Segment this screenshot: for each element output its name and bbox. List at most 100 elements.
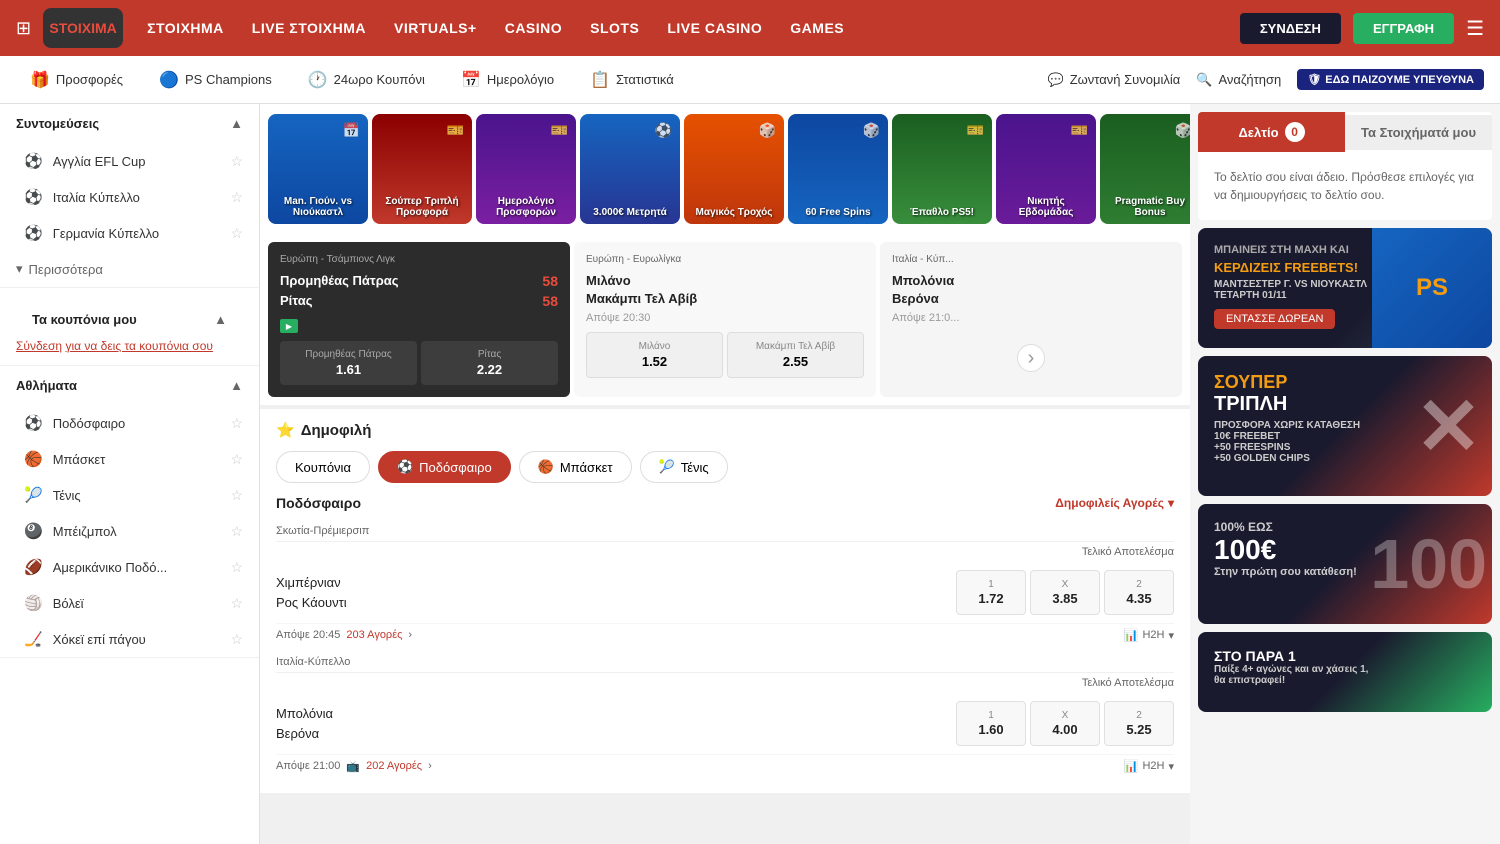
- sidebar-item-england[interactable]: ⚽ Αγγλία EFL Cup ☆: [0, 143, 259, 179]
- promo-card-7[interactable]: 🎫 Νικητής Εβδομάδας: [996, 114, 1096, 224]
- nav-ps-champions[interactable]: 🔵 PS Champions: [145, 64, 286, 96]
- promo-card-2[interactable]: 🎫 Ημερολόγιο Προσφορών: [476, 114, 576, 224]
- sports-header[interactable]: Αθλήματα ▲: [0, 366, 259, 405]
- nav-virtuals[interactable]: VIRTUALS+: [394, 20, 477, 36]
- live-odd-label-1: Προμηθέας Πάτρας: [305, 349, 391, 360]
- sidebar-item-basketball[interactable]: 🏀 Μπάσκετ ☆: [0, 441, 259, 477]
- star-icon-7[interactable]: ☆: [230, 523, 243, 540]
- star-icon-6[interactable]: ☆: [230, 487, 243, 504]
- live-team-row-1: Προμηθέας Πάτρας 58: [280, 273, 558, 289]
- coupons-link: Σύνδεση για να δεις τα κουπόνια σου: [16, 339, 243, 353]
- nav-casino[interactable]: CASINO: [505, 20, 562, 36]
- banner-ps-champions[interactable]: ΜΠΑΙΝΕΙΣ ΣΤΗ ΜΑΧΗ ΚΑΙ ΚΕΡΔΙΖΕΙΣ FREEBETS…: [1198, 228, 1492, 348]
- soccer-icon: ⚽: [24, 152, 43, 170]
- nav-live-casino[interactable]: LIVE CASINO: [667, 20, 762, 36]
- banner-triple[interactable]: ΣΟΥΠΕΡ ΤΡΙΠΛΗ ΠΡΟΣΦΟΡΑ ΧΩΡΙΣ ΚΑΤΑΘΕΣΗ10€…: [1198, 356, 1492, 496]
- promo-card-4[interactable]: 🎲 Μαγικός Τροχός: [684, 114, 784, 224]
- chevron-up-icon-3: ▲: [230, 378, 243, 393]
- arrow-right-icon-2[interactable]: ›: [1017, 344, 1045, 372]
- nav-calendar[interactable]: 📅 Ημερολόγιο: [447, 64, 568, 96]
- match2-markets-link[interactable]: 202 Αγορές: [366, 760, 422, 772]
- promo-card-0[interactable]: 📅 Man. Γιούν. vs Νιούκαστλ: [268, 114, 368, 224]
- live-chat-button[interactable]: 💬 Ζωντανή Συνομιλία: [1048, 72, 1181, 88]
- live-team2-name: Ρίτας: [280, 293, 312, 309]
- h2h-button-1[interactable]: 📊 H2H ▾: [1124, 628, 1175, 642]
- banner-ps-button[interactable]: ΕΝΤΑΣΣΕ ΔΩΡΕΑΝ: [1214, 309, 1335, 329]
- nav-stoixima[interactable]: ΣΤΟΙΧΗΜΑ: [147, 20, 224, 36]
- tab-coupons[interactable]: Κουπόνια: [276, 451, 370, 483]
- bet-team4: Βερόνα: [276, 724, 956, 744]
- football-tab-icon: ⚽: [397, 459, 413, 475]
- nav-live-stoixima[interactable]: LIVE ΣΤΟΙΧΗΜΑ: [252, 20, 366, 36]
- sidebar-item-baseball[interactable]: 🎱 Μπέιζμπολ ☆: [0, 513, 259, 549]
- sidebar-item-american-football[interactable]: 🏈 Αμερικάνικο Ποδό... ☆: [0, 549, 259, 585]
- sidebar-item-tennis[interactable]: 🎾 Τένις ☆: [0, 477, 259, 513]
- star-icon-4[interactable]: ☆: [230, 415, 243, 432]
- sidebar-item-germany[interactable]: ⚽ Γερμανία Κύπελλο ☆: [0, 215, 259, 251]
- sport-filter-dropdown[interactable]: Δημοφιλείς Αγορές ▾: [1055, 496, 1174, 510]
- star-icon-3[interactable]: ☆: [230, 225, 243, 242]
- register-button[interactable]: ΕΓΓΡΑΦΗ: [1353, 13, 1454, 44]
- nav-24-coupon[interactable]: 🕐 24ωρο Κουπόνι: [294, 64, 439, 96]
- sidebar-item-hockey[interactable]: 🏒 Χόκεϊ επί πάγου ☆: [0, 621, 259, 657]
- more-shortcuts[interactable]: ▾ Περισσότερα: [0, 251, 259, 287]
- bet-slip-tab[interactable]: Δελτίο 0: [1198, 112, 1345, 152]
- promo-card-8[interactable]: 🎲 Pragmatic Buy Bonus: [1100, 114, 1190, 224]
- hamburger-icon[interactable]: ☰: [1466, 16, 1484, 41]
- bet-odd-2-2[interactable]: Χ 4.00: [1030, 701, 1100, 746]
- bet-odd-1-1[interactable]: 1 1.72: [956, 570, 1026, 615]
- search-button[interactable]: 🔍 Αναζήτηση: [1196, 72, 1281, 88]
- star-icon-8[interactable]: ☆: [230, 559, 243, 576]
- sidebar-item-italy[interactable]: ⚽ Ιταλία Κύπελλο ☆: [0, 179, 259, 215]
- sports-title: Αθλήματα: [16, 378, 77, 393]
- nav-slots[interactable]: SLOTS: [590, 20, 639, 36]
- bet-odd-2-3[interactable]: 2 5.25: [1104, 701, 1174, 746]
- star-icon-5[interactable]: ☆: [230, 451, 243, 468]
- ps-icon: 🔵: [159, 70, 179, 90]
- promo-card-5[interactable]: 🎲 60 Free Spins: [788, 114, 888, 224]
- tab-coupons-label: Κουπόνια: [295, 460, 351, 475]
- search-icon: 🔍: [1196, 72, 1212, 88]
- banner-para1[interactable]: ΣΤΟ ΠΑΡΑ 1 Παίξε 4+ αγώνες και αν χάσεις…: [1198, 632, 1492, 712]
- my-bets-tab[interactable]: Τα Στοιχήματά μου: [1345, 115, 1492, 150]
- nav-games[interactable]: GAMES: [790, 20, 844, 36]
- promo-card-1[interactable]: 🎫 Σούπερ Τριπλή Προσφορά: [372, 114, 472, 224]
- tab-basketball[interactable]: 🏀 Μπάσκετ: [519, 451, 632, 483]
- sidebar-item-football[interactable]: ⚽ Ποδόσφαιρο ☆: [0, 405, 259, 441]
- live-odd-btn-2[interactable]: Ρίτας 2.22: [421, 341, 558, 385]
- banner-para-text: ΣΤΟ ΠΑΡΑ 1 Παίξε 4+ αγώνες και αν χάσεις…: [1214, 648, 1368, 686]
- bet-odd-1-2[interactable]: Χ 3.85: [1030, 570, 1100, 615]
- promo-card-6[interactable]: 🎫 Έπαθλο PS5!: [892, 114, 992, 224]
- banner-triple-title: ΣΟΥΠΕΡ: [1214, 372, 1360, 393]
- live-odd-btn-1[interactable]: Προμηθέας Πάτρας 1.61: [280, 341, 417, 385]
- bet-slip-header: Δελτίο 0 Τα Στοιχήματά μου: [1198, 112, 1492, 152]
- shortcuts-header[interactable]: Συντομεύσεις ▲: [0, 104, 259, 143]
- banner-100-text: 100% ΕΩΣ 100€ Στην πρώτη σου κατάθεση!: [1214, 520, 1357, 578]
- bet-odd-2-1[interactable]: 1 1.60: [956, 701, 1026, 746]
- match1-markets-link[interactable]: 203 Αγορές: [346, 629, 402, 641]
- secondary-navigation: 🎁 Προσφορές 🔵 PS Champions 🕐 24ωρο Κουπό…: [0, 56, 1500, 104]
- sidebar-item-volleyball[interactable]: 🏐 Βόλεϊ ☆: [0, 585, 259, 621]
- tab-football[interactable]: ⚽ Ποδόσφαιρο: [378, 451, 511, 483]
- login-button[interactable]: ΣΥΝΔΕΣΗ: [1240, 13, 1341, 44]
- promo-card-3[interactable]: ⚽ 3.000€ Μετρητά: [580, 114, 680, 224]
- star-icon-10[interactable]: ☆: [230, 631, 243, 648]
- star-icon[interactable]: ☆: [230, 153, 243, 170]
- h2h-button-2[interactable]: 📊 H2H ▾: [1124, 759, 1175, 773]
- banner-100[interactable]: 100% ΕΩΣ 100€ Στην πρώτη σου κατάθεση! 1…: [1198, 504, 1492, 624]
- nav-statistics[interactable]: 📋 Στατιστικά: [576, 64, 688, 96]
- coupons-header[interactable]: Τα κουπόνια μου ▲: [16, 300, 243, 339]
- grid-icon[interactable]: ⊞: [16, 18, 31, 39]
- euro-odd-btn-2[interactable]: Μακάμπι Τελ Αβίβ 2.55: [727, 332, 864, 378]
- sidebar-germany-label: Γερμανία Κύπελλο: [53, 226, 159, 241]
- star-icon-9[interactable]: ☆: [230, 595, 243, 612]
- login-link[interactable]: Σύνδεση: [16, 339, 62, 353]
- site-logo[interactable]: STOIXIMA: [43, 8, 123, 48]
- tab-tennis[interactable]: 🎾 Τένις: [640, 451, 728, 483]
- bet-odd-1-3[interactable]: 2 4.35: [1104, 570, 1174, 615]
- euro-odd-btn-1[interactable]: Μιλάνο 1.52: [586, 332, 723, 378]
- euro-match-card: Ευρώπη - Ευρωλίγκα Μιλάνο Μακάμπι Τελ Αβ…: [574, 242, 876, 397]
- nav-offers[interactable]: 🎁 Προσφορές: [16, 64, 137, 96]
- star-icon-2[interactable]: ☆: [230, 189, 243, 206]
- bet-odd-val-1-3: 4.35: [1126, 591, 1151, 606]
